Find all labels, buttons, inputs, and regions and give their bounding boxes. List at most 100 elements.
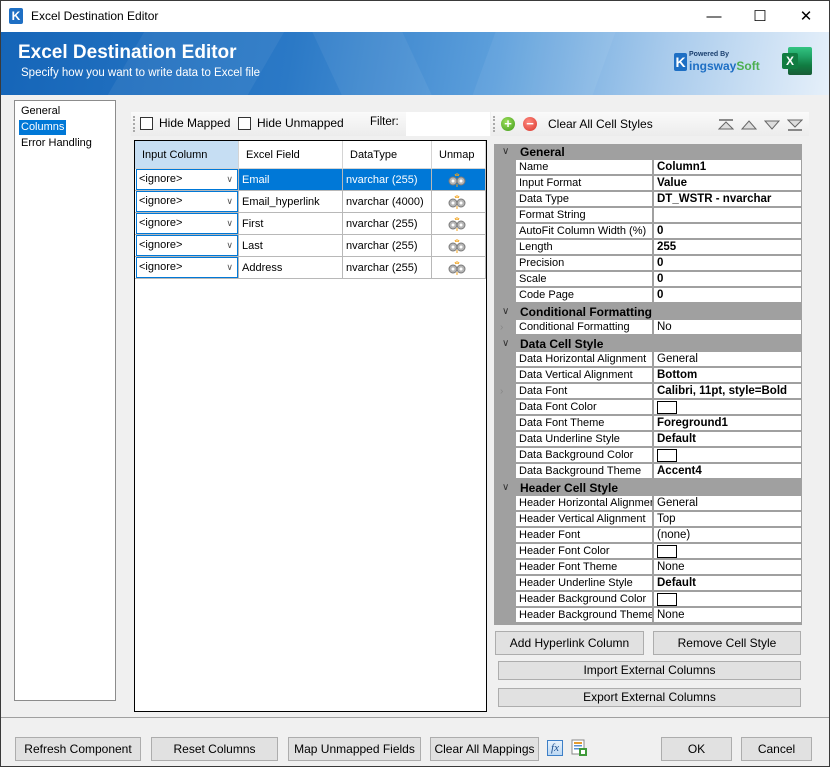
- excel-field-cell[interactable]: Address: [239, 257, 343, 279]
- property-name[interactable]: Header Horizontal Alignment: [516, 496, 653, 511]
- property-row[interactable]: › Conditional Formatting No: [500, 320, 802, 336]
- property-name[interactable]: Data Background Theme: [516, 464, 653, 479]
- nav-item-error-handling[interactable]: Error Handling: [19, 136, 94, 151]
- color-swatch[interactable]: [657, 593, 677, 606]
- chevron-down-icon[interactable]: ∨: [226, 170, 233, 189]
- property-value[interactable]: 0: [654, 272, 801, 287]
- property-value[interactable]: Calibri, 11pt, style=Bold: [654, 384, 801, 399]
- property-row[interactable]: Data Background Color: [516, 448, 802, 464]
- hide-unmapped-checkbox[interactable]: [238, 117, 251, 130]
- clear-all-cell-styles-button[interactable]: Clear All Cell Styles: [548, 117, 653, 131]
- input-column-cell[interactable]: <ignore> ∨: [135, 235, 239, 257]
- unmap-cell[interactable]: [432, 191, 486, 213]
- property-row[interactable]: AutoFit Column Width (%) 0: [516, 224, 802, 240]
- chevron-down-icon[interactable]: ∨: [226, 214, 233, 233]
- mapping-row[interactable]: <ignore> ∨ First nvarchar (255): [135, 213, 486, 235]
- property-name[interactable]: Scale: [516, 272, 653, 287]
- property-value[interactable]: No: [654, 320, 801, 335]
- header-datatype[interactable]: DataType: [343, 141, 432, 169]
- property-value[interactable]: Default: [654, 576, 801, 591]
- unmap-cell[interactable]: [432, 257, 486, 279]
- clear-all-mappings-button[interactable]: Clear All Mappings: [430, 737, 539, 761]
- header-excel-field[interactable]: Excel Field: [239, 141, 343, 169]
- datatype-cell[interactable]: nvarchar (255): [343, 235, 432, 257]
- property-row[interactable]: Data Underline Style Default: [516, 432, 802, 448]
- expand-chevron-icon[interactable]: ›: [500, 320, 503, 336]
- export-external-columns-button[interactable]: Export External Columns: [498, 688, 801, 707]
- property-value[interactable]: [654, 544, 801, 559]
- color-swatch[interactable]: [657, 449, 677, 462]
- move-top-icon[interactable]: [718, 119, 734, 131]
- move-up-icon[interactable]: [741, 119, 757, 131]
- property-value[interactable]: 0: [654, 224, 801, 239]
- category-data-style[interactable]: ∨ Data Cell Style: [494, 336, 802, 352]
- input-column-dropdown[interactable]: <ignore> ∨: [136, 213, 238, 234]
- minimize-button[interactable]: —: [691, 1, 737, 32]
- add-cell-style-icon[interactable]: +: [501, 117, 515, 131]
- collapse-chevron-icon[interactable]: ∨: [502, 144, 509, 160]
- property-name[interactable]: Format String: [516, 208, 653, 223]
- property-name[interactable]: Header Font Theme: [516, 560, 653, 575]
- chevron-down-icon[interactable]: ∨: [226, 258, 233, 277]
- property-row[interactable]: Data Horizontal Alignment General: [516, 352, 802, 368]
- property-row[interactable]: Header Font Color: [516, 544, 802, 560]
- filter-input[interactable]: [406, 112, 490, 136]
- input-column-dropdown[interactable]: <ignore> ∨: [136, 169, 238, 190]
- property-name[interactable]: Header Font Color: [516, 544, 653, 559]
- property-row[interactable]: Code Page 0: [516, 288, 802, 304]
- excel-field-cell[interactable]: Email: [239, 169, 343, 191]
- mapping-row[interactable]: <ignore> ∨ Email nvarchar (255): [135, 169, 486, 191]
- expand-chevron-icon[interactable]: ›: [500, 384, 503, 400]
- remove-cell-style-button[interactable]: Remove Cell Style: [653, 631, 801, 655]
- property-name[interactable]: Conditional Formatting: [516, 320, 653, 335]
- property-row[interactable]: Format String: [516, 208, 802, 224]
- nav-item-columns[interactable]: Columns: [19, 120, 67, 135]
- header-unmap[interactable]: Unmap: [432, 141, 486, 169]
- property-name[interactable]: Data Underline Style: [516, 432, 653, 447]
- property-value[interactable]: [654, 448, 801, 463]
- property-name[interactable]: Header Underline Style: [516, 576, 653, 591]
- excel-field-cell[interactable]: First: [239, 213, 343, 235]
- input-column-dropdown[interactable]: <ignore> ∨: [136, 257, 238, 278]
- toolbar-grip[interactable]: [493, 116, 497, 132]
- maximize-button[interactable]: ☐: [737, 1, 783, 32]
- excel-field-cell[interactable]: Email_hyperlink: [239, 191, 343, 213]
- property-name[interactable]: AutoFit Column Width (%): [516, 224, 653, 239]
- property-row[interactable]: Data Type DT_WSTR - nvarchar: [516, 192, 802, 208]
- property-name[interactable]: Data Background Color: [516, 448, 653, 463]
- datatype-cell[interactable]: nvarchar (255): [343, 169, 432, 191]
- hide-mapped-checkbox[interactable]: [140, 117, 153, 130]
- property-value[interactable]: [654, 400, 801, 415]
- remove-cell-style-icon[interactable]: −: [523, 117, 537, 131]
- property-row[interactable]: Header Underline Style Default: [516, 576, 802, 592]
- property-value[interactable]: None: [654, 560, 801, 575]
- property-value[interactable]: Foreground1: [654, 416, 801, 431]
- add-hyperlink-column-button[interactable]: Add Hyperlink Column: [495, 631, 644, 655]
- property-name[interactable]: Data Horizontal Alignment: [516, 352, 653, 367]
- property-value[interactable]: 0: [654, 256, 801, 271]
- cancel-button[interactable]: Cancel: [741, 737, 812, 761]
- property-row[interactable]: Length 255: [516, 240, 802, 256]
- property-value[interactable]: 255: [654, 240, 801, 255]
- property-name[interactable]: Data Font Color: [516, 400, 653, 415]
- property-value[interactable]: [654, 208, 801, 223]
- property-value[interactable]: Column1: [654, 160, 801, 175]
- property-value[interactable]: Bottom: [654, 368, 801, 383]
- import-external-columns-button[interactable]: Import External Columns: [498, 661, 801, 680]
- map-unmapped-fields-button[interactable]: Map Unmapped Fields: [288, 737, 421, 761]
- hide-mapped-label[interactable]: Hide Mapped: [159, 116, 230, 130]
- property-name[interactable]: Header Vertical Alignment: [516, 512, 653, 527]
- property-row[interactable]: Input Format Value: [516, 176, 802, 192]
- input-column-cell[interactable]: <ignore> ∨: [135, 191, 239, 213]
- collapse-chevron-icon[interactable]: ∨: [502, 480, 509, 496]
- property-value[interactable]: 0: [654, 288, 801, 303]
- hide-unmapped-label[interactable]: Hide Unmapped: [257, 116, 344, 130]
- input-column-cell[interactable]: <ignore> ∨: [135, 213, 239, 235]
- property-name[interactable]: Data Vertical Alignment: [516, 368, 653, 383]
- input-column-cell[interactable]: <ignore> ∨: [135, 169, 239, 191]
- category-conditional[interactable]: ∨ Conditional Formatting: [494, 304, 802, 320]
- unmap-chain-icon[interactable]: [448, 261, 466, 275]
- property-value[interactable]: Top: [654, 512, 801, 527]
- header-input-column[interactable]: Input Column: [135, 141, 239, 169]
- datatype-cell[interactable]: nvarchar (255): [343, 257, 432, 279]
